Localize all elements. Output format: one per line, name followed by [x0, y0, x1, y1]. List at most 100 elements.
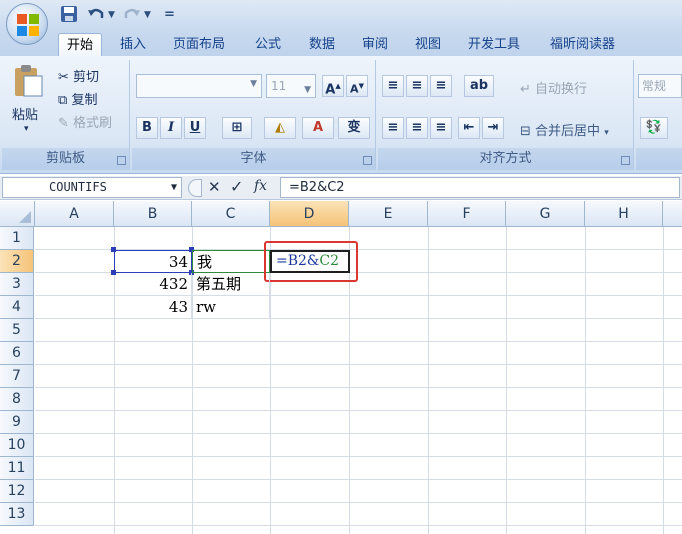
- chevron-down-icon[interactable]: ▼: [304, 79, 311, 101]
- row-header-12[interactable]: 12: [0, 480, 34, 503]
- tab-insert[interactable]: 插入: [112, 33, 154, 56]
- orientation-icon[interactable]: ab: [464, 75, 494, 97]
- customize-toolbar-icon[interactable]: =: [164, 5, 175, 25]
- cancel-icon[interactable]: ✕: [208, 178, 221, 196]
- row-header-3[interactable]: 3: [0, 273, 34, 296]
- bold-button[interactable]: B: [136, 117, 158, 139]
- row-header-1[interactable]: 1: [0, 227, 34, 250]
- name-box[interactable]: COUNTIFS ▼: [2, 177, 182, 198]
- reference-handle[interactable]: [111, 247, 116, 252]
- shrink-font-icon[interactable]: A▼: [346, 75, 368, 97]
- currency-icon[interactable]: 💱: [640, 117, 668, 139]
- number-format-combobox[interactable]: 常规: [638, 74, 682, 98]
- chevron-down-icon[interactable]: ▼: [171, 178, 177, 197]
- column-header-g[interactable]: G: [506, 201, 585, 227]
- underline-button[interactable]: U: [184, 117, 206, 139]
- alignment-launcher-icon[interactable]: [621, 156, 630, 165]
- row-header-5[interactable]: 5: [0, 319, 34, 342]
- tab-formulas[interactable]: 公式: [247, 33, 289, 56]
- font-color-icon[interactable]: A: [302, 117, 334, 139]
- number-group-title: [636, 148, 682, 170]
- align-left-icon[interactable]: ≡: [382, 117, 404, 139]
- cell-b2[interactable]: 34: [114, 250, 192, 273]
- chevron-down-icon[interactable]: ▼: [250, 79, 257, 89]
- borders-icon[interactable]: ⊞: [222, 117, 252, 139]
- align-bottom-icon[interactable]: ≡: [430, 75, 452, 97]
- align-middle-icon[interactable]: ≡: [406, 75, 428, 97]
- ribbon: 粘贴 ▾ ✂ 剪切 ⧉ 复制 ✎ 格式刷 剪贴板 ▼ 11 ▼ A▲ A▼ B …: [0, 56, 682, 174]
- paste-dropdown-icon[interactable]: ▾: [24, 124, 29, 134]
- font-name-combobox[interactable]: ▼: [136, 74, 262, 98]
- font-group-title: 字体: [132, 148, 375, 170]
- format-painter-button[interactable]: ✎ 格式刷: [58, 112, 112, 131]
- font-size-combobox[interactable]: 11 ▼: [266, 74, 316, 98]
- row-header-6[interactable]: 6: [0, 342, 34, 365]
- tab-home[interactable]: 开始: [58, 33, 103, 56]
- undo-dropdown-icon[interactable]: ▼: [108, 5, 115, 25]
- column-header-b[interactable]: B: [114, 201, 192, 227]
- row-header-11[interactable]: 11: [0, 457, 34, 480]
- chevron-down-icon: ▾: [604, 128, 609, 138]
- paste-icon[interactable]: [12, 64, 44, 98]
- column-header-f[interactable]: F: [428, 201, 506, 227]
- column-header-e[interactable]: E: [349, 201, 428, 227]
- enter-icon[interactable]: ✓: [230, 177, 243, 196]
- clipboard-group: 粘贴 ▾ ✂ 剪切 ⧉ 复制 ✎ 格式刷 剪贴板: [2, 60, 130, 170]
- redo-icon[interactable]: [122, 5, 142, 25]
- formula-input[interactable]: =B2&C2: [280, 177, 680, 198]
- increase-indent-icon[interactable]: ⇥: [482, 117, 504, 139]
- tab-page-layout[interactable]: 页面布局: [165, 33, 233, 56]
- phonetic-guide-icon[interactable]: 变: [338, 117, 370, 139]
- formula-bar-handle[interactable]: [188, 179, 202, 197]
- row-header-7[interactable]: 7: [0, 365, 34, 388]
- cell-b3[interactable]: 432: [114, 273, 192, 296]
- row-header-10[interactable]: 10: [0, 434, 34, 457]
- ribbon-tabs: 开始 插入 页面布局 公式 数据 审阅 视图 开发工具 福昕阅读器: [0, 30, 682, 56]
- row-header-2[interactable]: 2: [0, 250, 34, 273]
- tab-foxit-reader[interactable]: 福昕阅读器: [542, 33, 623, 56]
- fill-color-icon[interactable]: ◭: [264, 117, 296, 139]
- column-header-h[interactable]: H: [585, 201, 663, 227]
- cut-button[interactable]: ✂ 剪切: [58, 66, 99, 85]
- wrap-text-button[interactable]: ↵ 自动换行: [520, 78, 587, 97]
- tab-developer[interactable]: 开发工具: [460, 33, 528, 56]
- cell-c3[interactable]: 第五期: [192, 273, 270, 296]
- tab-review[interactable]: 审阅: [354, 33, 396, 56]
- office-button[interactable]: [6, 3, 48, 45]
- paste-button[interactable]: 粘贴: [12, 104, 38, 123]
- brush-icon: ✎: [58, 116, 69, 131]
- alignment-group: ≡ ≡ ≡ ab ≡ ≡ ≡ ⇤ ⇥ ↵ 自动换行 ⊟ 合并后居中 ▾ 对齐方式: [378, 60, 634, 170]
- cell-b4[interactable]: 43: [114, 296, 192, 319]
- font-launcher-icon[interactable]: [363, 156, 372, 165]
- scissors-icon: ✂: [58, 70, 69, 85]
- formula-bar: COUNTIFS ▼ ✕ ✓ fx =B2&C2: [0, 176, 682, 200]
- select-all-corner[interactable]: [0, 201, 35, 227]
- cell-c4[interactable]: rw: [192, 296, 270, 319]
- row-header-13[interactable]: 13: [0, 503, 34, 526]
- column-header-d[interactable]: D: [270, 201, 349, 227]
- row-header-9[interactable]: 9: [0, 411, 34, 434]
- row-header-8[interactable]: 8: [0, 388, 34, 411]
- align-center-icon[interactable]: ≡: [406, 117, 428, 139]
- save-icon[interactable]: [60, 5, 78, 25]
- insert-function-icon[interactable]: fx: [254, 178, 267, 194]
- grow-font-icon[interactable]: A▲: [322, 75, 344, 97]
- merge-center-button[interactable]: ⊟ 合并后居中 ▾: [520, 120, 609, 139]
- row-header-4[interactable]: 4: [0, 296, 34, 319]
- italic-button[interactable]: I: [160, 117, 182, 139]
- clipboard-launcher-icon[interactable]: [117, 156, 126, 165]
- copy-button[interactable]: ⧉ 复制: [58, 89, 97, 108]
- column-header-i[interactable]: [663, 201, 682, 227]
- tab-view[interactable]: 视图: [407, 33, 449, 56]
- undo-icon[interactable]: [86, 5, 106, 25]
- highlight-box: [264, 241, 358, 282]
- align-top-icon[interactable]: ≡: [382, 75, 404, 97]
- decrease-indent-icon[interactable]: ⇤: [458, 117, 480, 139]
- cell-c2[interactable]: 我: [192, 250, 270, 273]
- tab-data[interactable]: 数据: [301, 33, 343, 56]
- redo-dropdown-icon[interactable]: ▼: [144, 5, 151, 25]
- column-header-a[interactable]: A: [35, 201, 114, 227]
- number-group: 常规 💱: [636, 60, 682, 170]
- column-header-c[interactable]: C: [192, 201, 270, 227]
- align-right-icon[interactable]: ≡: [430, 117, 452, 139]
